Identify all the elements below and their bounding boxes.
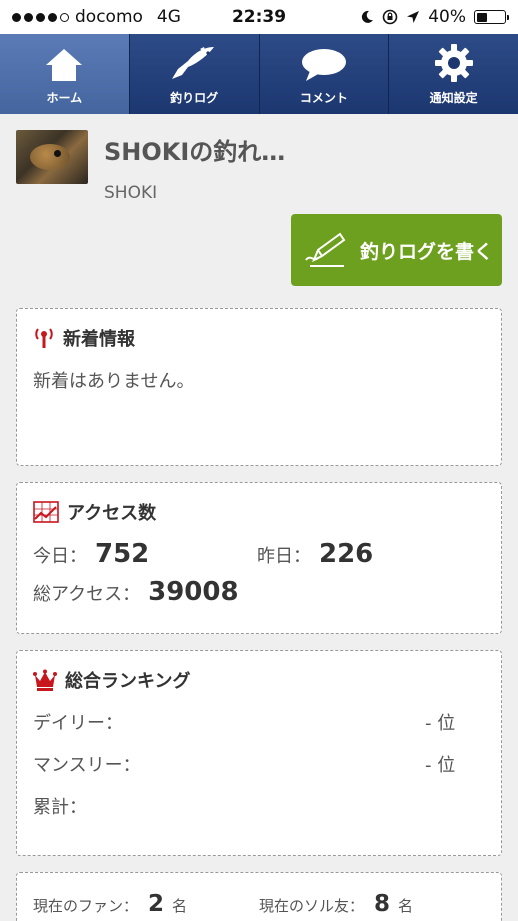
- friend-unit: 名: [398, 897, 414, 915]
- fan-unit: 名: [172, 897, 188, 915]
- crown-icon: [33, 669, 57, 691]
- nav-notification-settings-label: 通知設定: [429, 91, 478, 105]
- chart-icon: [33, 501, 59, 523]
- carrier-name: docomo: [75, 7, 143, 27]
- nav-comment-label: コメント: [299, 91, 348, 105]
- blog-title[interactable]: SHOKIの釣れ…: [104, 132, 285, 167]
- nav-fishing-log-label: 釣りログ: [170, 91, 219, 105]
- moon-icon: [362, 10, 374, 23]
- ranking-row-daily: デイリー： - 位: [33, 709, 485, 735]
- avatar[interactable]: [16, 130, 88, 184]
- ranking-monthly-value: - 位: [425, 755, 456, 776]
- news-panel: 新着情報 新着はありません。: [16, 308, 502, 466]
- ranking-row-monthly: マンスリー： - 位: [33, 751, 485, 777]
- friend-count-link[interactable]: 現在のソル友： 8 名: [259, 891, 485, 917]
- gear-icon: [434, 44, 473, 82]
- ranking-title: 総合ランキング: [65, 671, 191, 692]
- status-right: 40%: [360, 7, 509, 27]
- fish-icon: [172, 47, 215, 79]
- ranking-panel: 総合ランキング デイリー： - 位 マンスリー： - 位 累計：: [16, 650, 502, 856]
- today-count: 752: [95, 539, 150, 569]
- ranking-daily-label: デイリー：: [33, 713, 123, 734]
- ranking-total-label: 累計：: [33, 797, 87, 818]
- fan-label: 現在のファン：: [33, 897, 139, 915]
- home-icon: [46, 49, 83, 81]
- signal-strength-icon: [12, 12, 69, 22]
- network-type: 4G: [156, 7, 181, 27]
- ranking-daily-value: - 位: [425, 713, 456, 734]
- status-bar: docomo 4G 22:39 40%: [0, 0, 518, 34]
- write-fishing-log-button[interactable]: 釣りログを書く: [291, 214, 502, 286]
- ranking-row-total: 累計：: [33, 793, 485, 819]
- fan-count: 2: [148, 891, 165, 917]
- main-nav: ホーム 釣りログ コメント 通知設定: [0, 34, 518, 114]
- status-left: docomo 4G: [12, 7, 181, 27]
- fan-count-link[interactable]: 現在のファン： 2 名: [33, 891, 259, 917]
- total-access-count: 39008: [148, 577, 239, 607]
- yesterday-count: 226: [319, 539, 374, 569]
- antenna-icon: [35, 328, 53, 348]
- speech-bubble-icon: [301, 49, 346, 81]
- friend-count: 8: [374, 891, 391, 917]
- nav-notification-settings[interactable]: 通知設定: [389, 34, 518, 114]
- today-label: 今日：: [33, 546, 87, 567]
- main-content: SHOKIの釣れ… SHOKI 釣りログを書く 新着情報 新着はありません。 ア…: [0, 114, 518, 921]
- write-fishing-log-label: 釣りログを書く: [359, 240, 493, 263]
- access-title: アクセス数: [67, 503, 157, 524]
- nav-home[interactable]: ホーム: [0, 34, 130, 114]
- friend-label: 現在のソル友：: [259, 897, 365, 915]
- profile-header: SHOKIの釣れ… SHOKI: [16, 130, 502, 204]
- yesterday-label: 昨日：: [257, 546, 311, 567]
- access-panel: アクセス数 今日： 752 昨日： 226 総アクセス： 39008: [16, 482, 502, 634]
- pen-icon: [305, 232, 346, 267]
- username: SHOKI: [104, 183, 158, 203]
- nav-home-label: ホーム: [46, 91, 83, 105]
- nav-comment[interactable]: コメント: [260, 34, 390, 114]
- nav-fishing-log[interactable]: 釣りログ: [130, 34, 260, 114]
- total-access-label: 総アクセス：: [33, 584, 141, 605]
- news-empty-text: 新着はありません。: [33, 371, 195, 392]
- news-title: 新着情報: [63, 329, 135, 350]
- battery-percent: 40%: [428, 7, 466, 27]
- ranking-monthly-label: マンスリー：: [33, 755, 141, 776]
- ranking-total-value: [425, 793, 485, 819]
- location-arrow-icon: [407, 11, 420, 23]
- battery-icon: [474, 10, 509, 24]
- fans-panel: 現在のファン： 2 名 現在のソル友： 8 名: [16, 872, 502, 921]
- rotation-lock-icon: [382, 9, 398, 25]
